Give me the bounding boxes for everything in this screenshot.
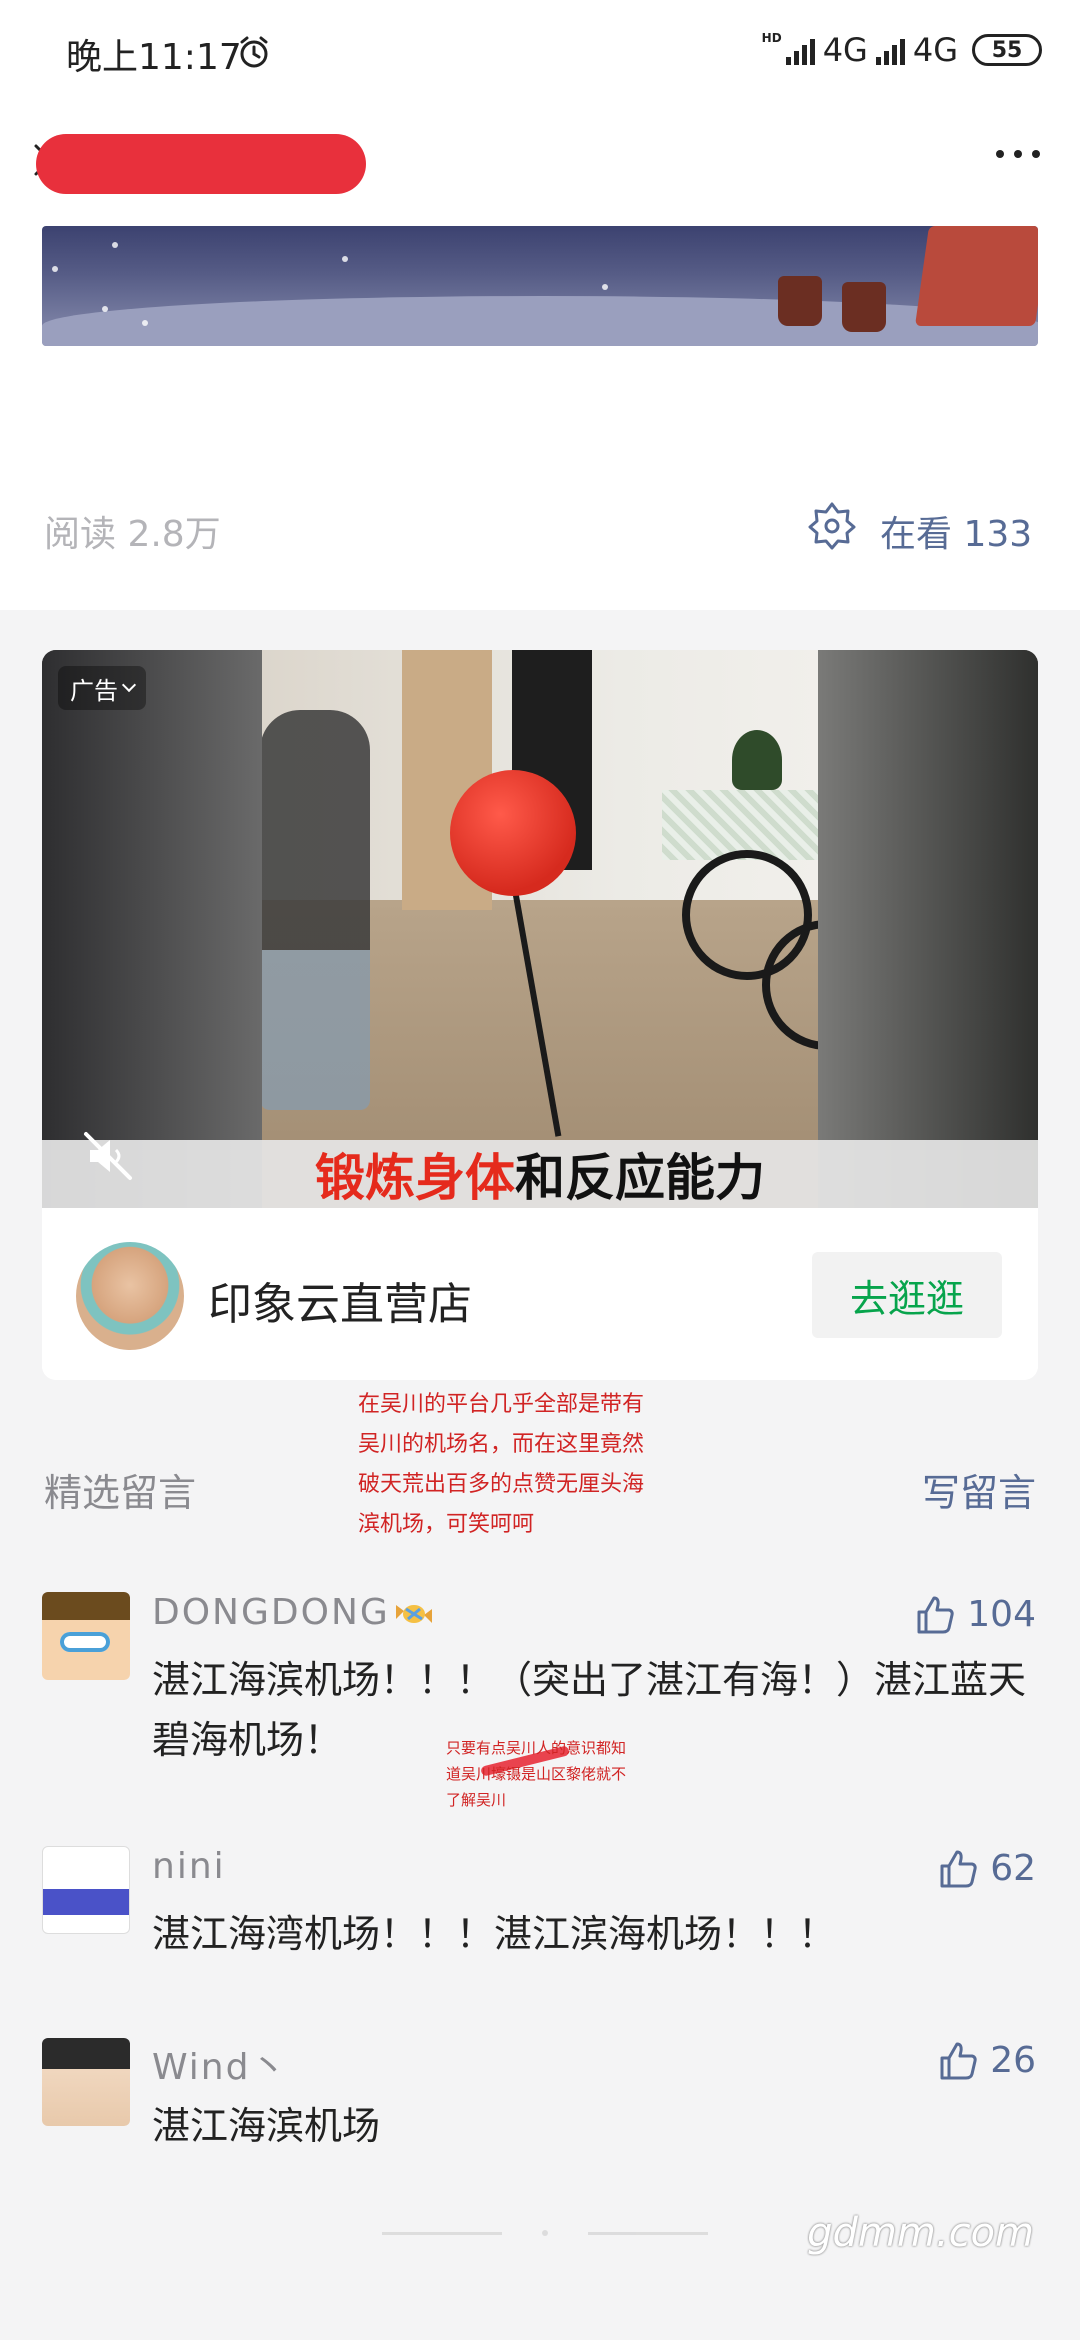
- network-label-1: 4G: [822, 31, 868, 69]
- hd-label: HD: [761, 31, 782, 45]
- like-count: 26: [990, 2039, 1036, 2081]
- scroll-indicator: [350, 2230, 740, 2236]
- thumbs-up-icon[interactable]: [936, 2038, 980, 2082]
- video-caption: 锻炼身体和反应能力: [315, 1138, 765, 1208]
- article-header: [0, 100, 1080, 220]
- store-avatar[interactable]: [76, 1242, 184, 1350]
- caption-highlight: 锻炼身体: [315, 1149, 515, 1207]
- like-group[interactable]: 26: [936, 2038, 1036, 2082]
- comment-item: DONGDONG 104 湛江海滨机场！！！（突出了湛江有海！）湛江蓝天碧海机场…: [0, 1592, 1080, 1762]
- punching-ball: [450, 770, 576, 896]
- video-caption-bar: 锻炼身体和反应能力: [42, 1140, 1038, 1208]
- chevron-down-icon: [121, 677, 137, 693]
- comment-author: DONGDONG: [152, 1592, 436, 1633]
- mute-icon[interactable]: [78, 1126, 138, 1186]
- article-illustration: [42, 226, 1038, 346]
- annotation-note-small: 只要有点吴川人的意识都知道吴川壕镊是山区黎佬就不了解吴川: [446, 1739, 627, 1809]
- like-count: 62: [990, 1847, 1036, 1889]
- write-comment-link[interactable]: 写留言: [922, 1462, 1036, 1517]
- ad-card[interactable]: 广告 锻炼身体和反应能力 印象云直营店 去逛逛: [42, 650, 1038, 1380]
- signal-icon: [785, 35, 815, 65]
- ad-footer: 印象云直营店 去逛逛: [42, 1208, 1038, 1380]
- comments-section-title: 精选留言: [44, 1471, 197, 1515]
- battery-level: 55: [991, 37, 1023, 63]
- thumbs-up-icon[interactable]: [936, 1846, 980, 1890]
- looking-count[interactable]: 在看 133: [880, 505, 1032, 557]
- wow-icon[interactable]: [806, 500, 858, 552]
- candy-icon: [395, 1605, 432, 1623]
- status-indicators: HD 4G 4G 55: [762, 26, 1042, 74]
- comment-text: 湛江海湾机场！！！湛江滨海机场！！！: [152, 1912, 837, 1956]
- watermark: gdmm.com: [807, 2210, 1034, 2256]
- like-group[interactable]: 104: [913, 1592, 1036, 1636]
- redacted-account-name: [36, 134, 366, 194]
- ad-badge[interactable]: 广告: [58, 666, 146, 710]
- app-root: 晚上11:17 HD 4G 4G 55 阅读 2.8万 在看 133 广告 锻炼…: [0, 0, 1080, 2340]
- battery-icon: 55: [972, 34, 1042, 66]
- ad-video[interactable]: 广告 锻炼身体和反应能力: [42, 650, 1038, 1208]
- comment-author: Wind丶: [152, 2047, 289, 2088]
- status-time: 晚上11:17: [66, 37, 242, 78]
- annotation-note: 在吴川的平台几乎全部是带有吴川的机场名，而在这里竟然破天荒出百多的点赞无厘头海滨…: [358, 1392, 645, 1537]
- thumbs-up-icon[interactable]: [913, 1592, 957, 1636]
- read-count: 阅读 2.8万: [44, 514, 221, 555]
- alarm-clock-icon: [240, 36, 268, 68]
- store-name[interactable]: 印象云直营店: [208, 1268, 472, 1332]
- avatar[interactable]: [42, 2038, 130, 2126]
- avatar[interactable]: [42, 1592, 130, 1680]
- signal-icon: [875, 35, 905, 65]
- shop-now-button[interactable]: 去逛逛: [812, 1252, 1002, 1338]
- network-label-2: 4G: [912, 31, 958, 69]
- comment-text: 湛江海滨机场: [152, 2104, 381, 2148]
- caption-rest: 和反应能力: [515, 1149, 765, 1207]
- like-group[interactable]: 62: [936, 1846, 1036, 1890]
- avatar[interactable]: [42, 1846, 130, 1934]
- comment-item: nini 62 湛江海湾机场！！！湛江滨海机场！！！: [0, 1846, 1080, 1956]
- like-count: 104: [967, 1593, 1036, 1635]
- more-icon[interactable]: [996, 150, 1040, 158]
- ad-badge-label: 广告: [70, 676, 118, 705]
- comment-author: nini: [152, 1846, 226, 1887]
- status-bar: 晚上11:17 HD 4G 4G 55: [0, 0, 1080, 100]
